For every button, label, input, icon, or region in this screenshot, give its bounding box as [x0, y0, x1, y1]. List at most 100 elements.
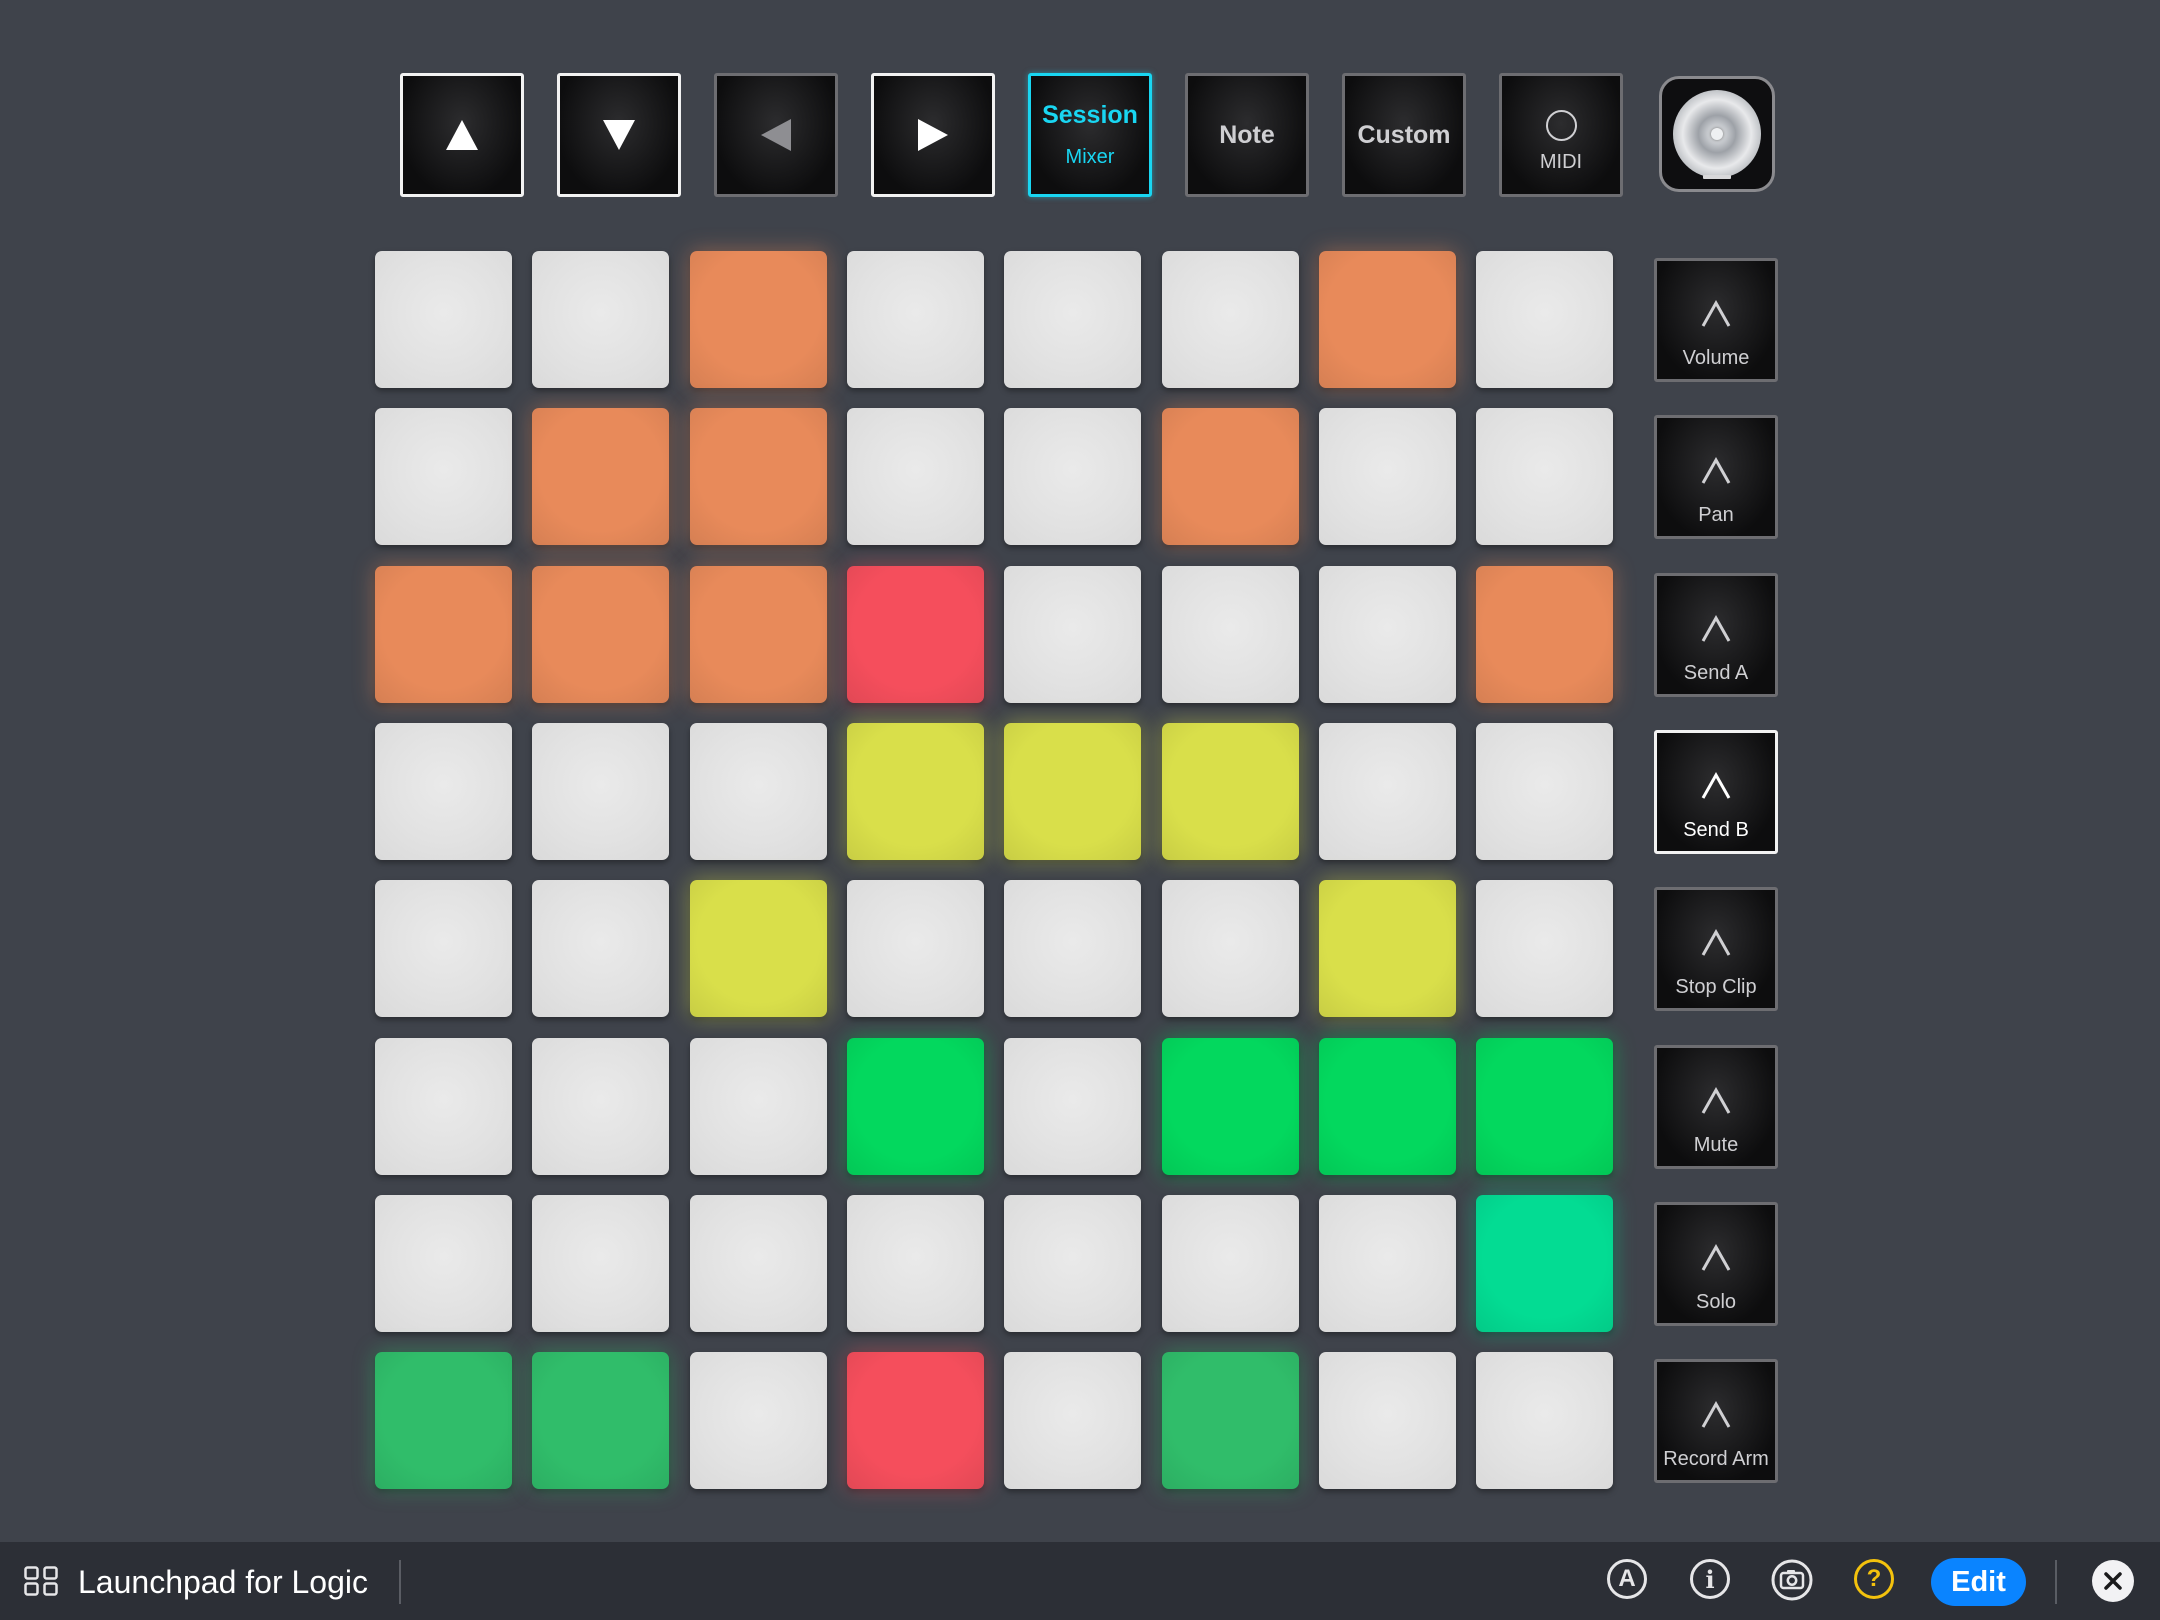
pad-row: [375, 1352, 1613, 1489]
pad-yellow[interactable]: [690, 880, 827, 1017]
pad-off[interactable]: [1004, 1352, 1141, 1489]
pad-off[interactable]: [1004, 1195, 1141, 1332]
pad-off[interactable]: [375, 723, 512, 860]
pad-orange[interactable]: [690, 251, 827, 388]
pad-off[interactable]: [1162, 880, 1299, 1017]
pad-off[interactable]: [1319, 723, 1456, 860]
pad-off[interactable]: [847, 880, 984, 1017]
pad-off[interactable]: [375, 408, 512, 545]
camera-icon[interactable]: [1771, 1559, 1813, 1601]
down-arrow-icon: [603, 120, 635, 150]
right-arrow-button[interactable]: [871, 73, 995, 197]
side-button[interactable]: Send A: [1654, 573, 1778, 697]
pad-off[interactable]: [690, 1195, 827, 1332]
pad-off[interactable]: [1004, 251, 1141, 388]
pad-off[interactable]: [1004, 880, 1141, 1017]
pad-off[interactable]: [375, 1038, 512, 1175]
pad-off[interactable]: [690, 723, 827, 860]
pad-red[interactable]: [847, 1352, 984, 1489]
pad-off[interactable]: [532, 251, 669, 388]
info-icon[interactable]: i: [1690, 1559, 1730, 1599]
pad-off[interactable]: [1004, 566, 1141, 703]
logic-app-icon[interactable]: [1659, 76, 1775, 192]
caret-up-icon: [1701, 1243, 1731, 1271]
pad-off[interactable]: [375, 251, 512, 388]
side-button[interactable]: Send B: [1654, 730, 1778, 854]
pad-orange[interactable]: [690, 566, 827, 703]
pad-orange[interactable]: [1476, 566, 1613, 703]
pad-off[interactable]: [1476, 251, 1613, 388]
side-button[interactable]: Solo: [1654, 1202, 1778, 1326]
pad-off[interactable]: [375, 1195, 512, 1332]
pad-off[interactable]: [532, 1038, 669, 1175]
pad-off[interactable]: [1162, 251, 1299, 388]
pad-off[interactable]: [847, 1195, 984, 1332]
pad-orange[interactable]: [532, 408, 669, 545]
pad-off[interactable]: [1004, 1038, 1141, 1175]
pad-off[interactable]: [532, 880, 669, 1017]
pad-off[interactable]: [375, 880, 512, 1017]
pad-green[interactable]: [1319, 1038, 1456, 1175]
pad-row: [375, 408, 1613, 545]
help-icon-label: ?: [1866, 1565, 1882, 1592]
a-circle-icon[interactable]: A: [1607, 1559, 1647, 1599]
side-button-label: Volume: [1682, 347, 1750, 369]
up-arrow-button[interactable]: [400, 73, 524, 197]
pad-off[interactable]: [690, 1352, 827, 1489]
info-icon-label: i: [1705, 1564, 1715, 1594]
left-arrow-button[interactable]: [714, 73, 838, 197]
midi-button[interactable]: MIDI: [1499, 73, 1623, 197]
pad-off[interactable]: [1476, 880, 1613, 1017]
pad-off[interactable]: [1476, 1352, 1613, 1489]
close-icon: [2104, 1572, 2122, 1590]
pad-off[interactable]: [1319, 1195, 1456, 1332]
pad-off[interactable]: [847, 251, 984, 388]
edit-button[interactable]: Edit: [1931, 1558, 2026, 1606]
pad-dark_green[interactable]: [532, 1352, 669, 1489]
custom-button[interactable]: Custom: [1342, 73, 1466, 197]
pad-orange[interactable]: [1319, 251, 1456, 388]
side-button[interactable]: Stop Clip: [1654, 887, 1778, 1011]
pad-off[interactable]: [1162, 566, 1299, 703]
pad-off[interactable]: [1476, 408, 1613, 545]
pad-orange[interactable]: [375, 566, 512, 703]
pad-orange[interactable]: [1162, 408, 1299, 545]
pad-green[interactable]: [1162, 1038, 1299, 1175]
side-button[interactable]: Record Arm: [1654, 1359, 1778, 1483]
pad-off[interactable]: [1476, 723, 1613, 860]
down-arrow-button[interactable]: [557, 73, 681, 197]
pad-dark_green[interactable]: [375, 1352, 512, 1489]
pad-orange[interactable]: [532, 566, 669, 703]
side-button[interactable]: Mute: [1654, 1045, 1778, 1169]
grid-menu-icon[interactable]: [24, 1566, 58, 1596]
help-icon[interactable]: ?: [1854, 1559, 1894, 1599]
side-button[interactable]: Volume: [1654, 258, 1778, 382]
pad-yellow[interactable]: [1319, 880, 1456, 1017]
pad-off[interactable]: [847, 408, 984, 545]
side-button[interactable]: Pan: [1654, 415, 1778, 539]
pad-yellow[interactable]: [847, 723, 984, 860]
pad-yellow[interactable]: [1004, 723, 1141, 860]
pad-row: [375, 1038, 1613, 1175]
pad-green[interactable]: [1476, 1038, 1613, 1175]
pad-off[interactable]: [690, 1038, 827, 1175]
pad-dark_green[interactable]: [1162, 1352, 1299, 1489]
pad-off[interactable]: [532, 1195, 669, 1332]
pad-red[interactable]: [847, 566, 984, 703]
caret-up-icon: [1701, 1086, 1731, 1114]
pad-yellow[interactable]: [1162, 723, 1299, 860]
side-button-label: Stop Clip: [1675, 976, 1757, 998]
pad-off[interactable]: [532, 723, 669, 860]
session-mixer-button[interactable]: Session Mixer: [1028, 73, 1152, 197]
pad-green[interactable]: [847, 1038, 984, 1175]
note-label: Note: [1219, 120, 1275, 149]
pad-off[interactable]: [1162, 1195, 1299, 1332]
pad-off[interactable]: [1319, 1352, 1456, 1489]
close-button[interactable]: [2092, 1560, 2134, 1602]
note-button[interactable]: Note: [1185, 73, 1309, 197]
pad-off[interactable]: [1004, 408, 1141, 545]
pad-teal[interactable]: [1476, 1195, 1613, 1332]
pad-orange[interactable]: [690, 408, 827, 545]
pad-off[interactable]: [1319, 408, 1456, 545]
pad-off[interactable]: [1319, 566, 1456, 703]
